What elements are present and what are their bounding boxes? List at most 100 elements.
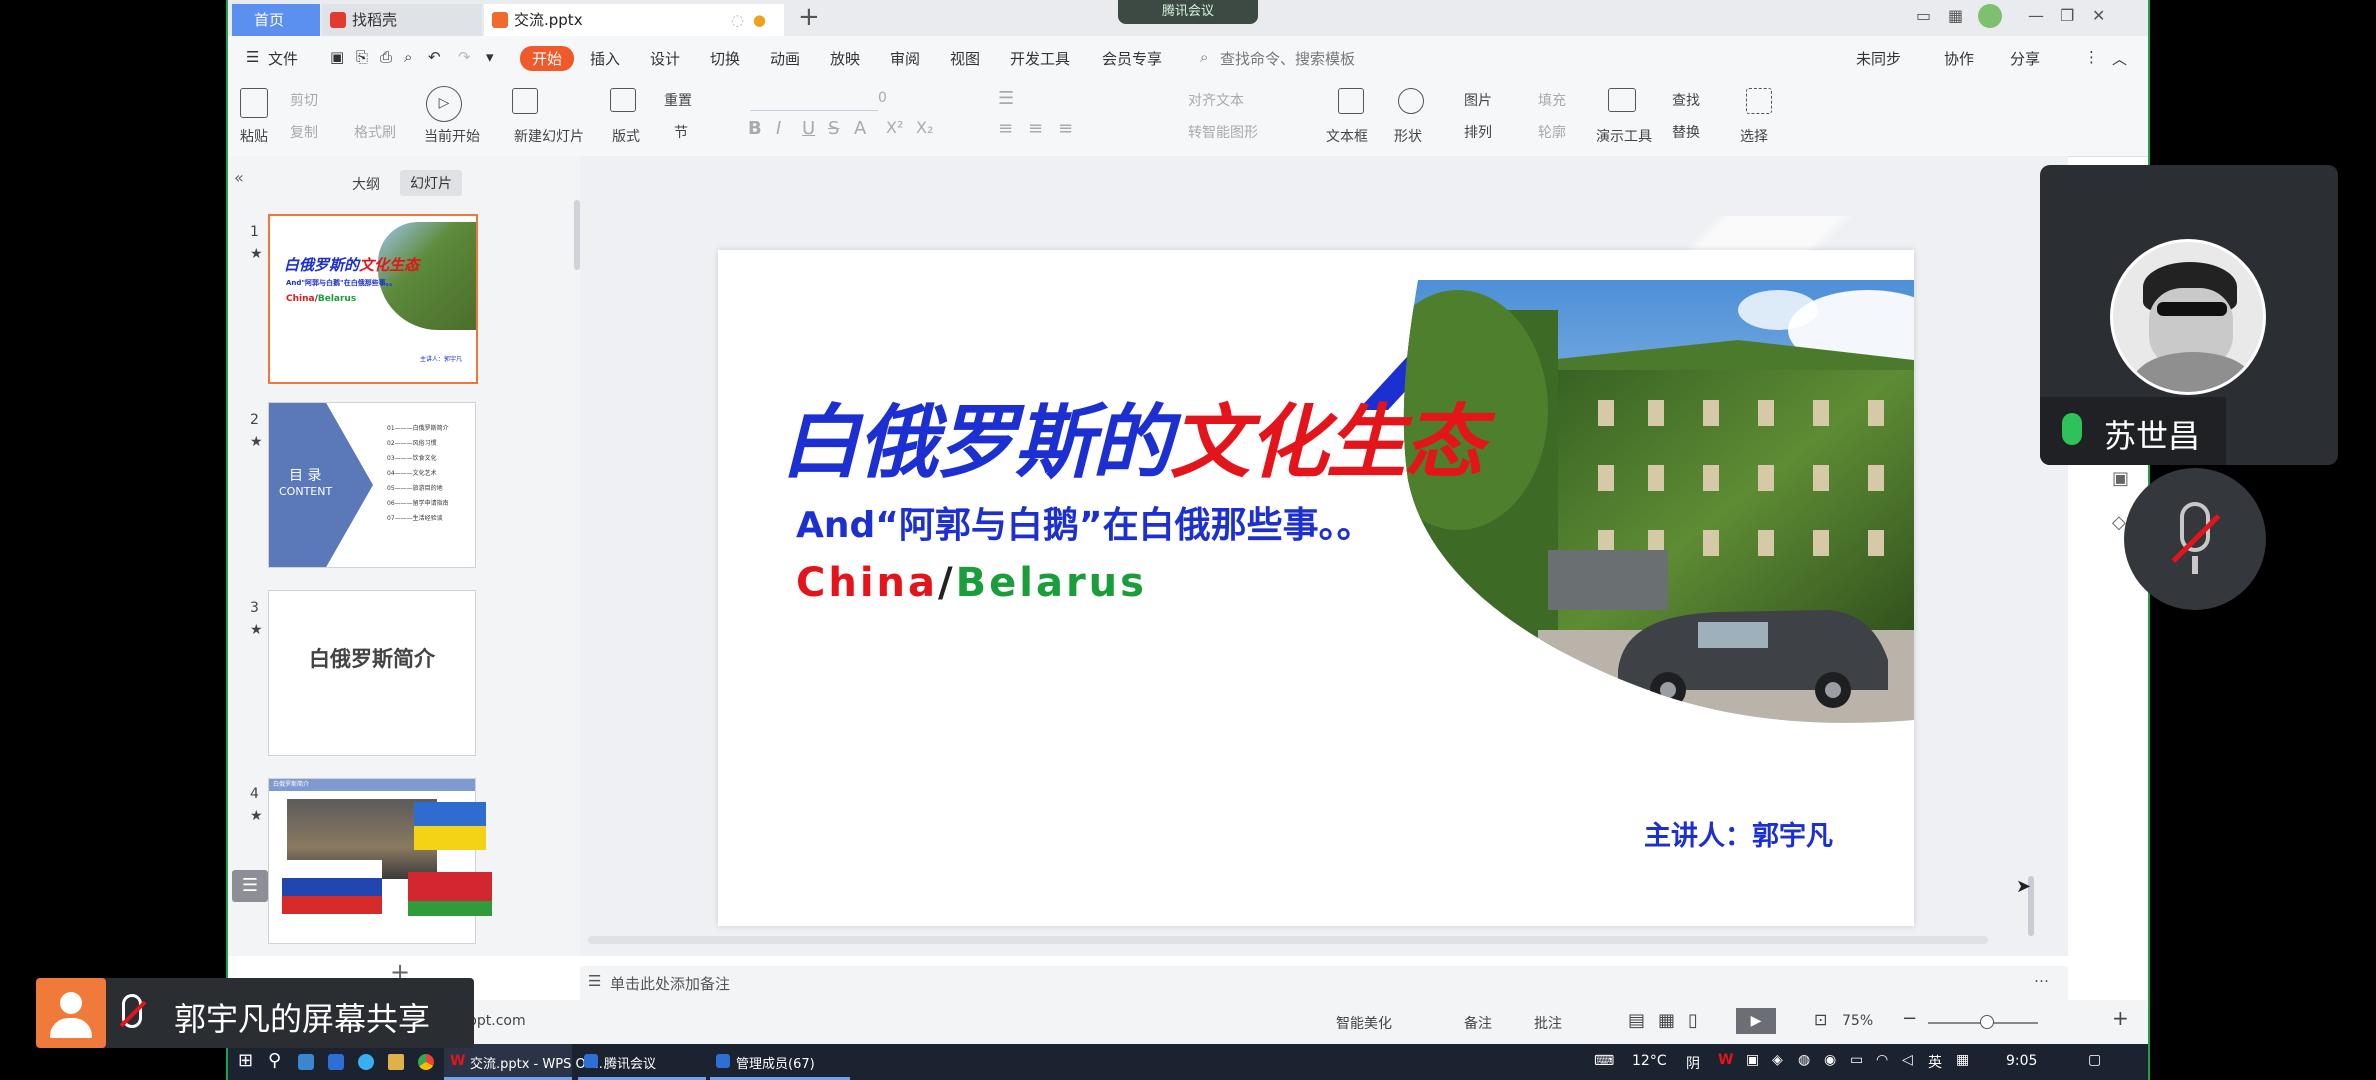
align-right-icon[interactable]: ≡ [1058, 118, 1073, 139]
menu-file[interactable]: 文件 [268, 48, 298, 69]
tab-slides[interactable]: 幻灯片 [400, 170, 462, 196]
notes-placeholder[interactable]: 单击此处添加备注 [610, 973, 730, 994]
fit-icon[interactable]: ⊡ [1814, 1010, 1827, 1029]
collapse-ribbon-icon[interactable]: ︿ [2112, 48, 2127, 69]
tray-battery-icon[interactable]: ▭ [1850, 1052, 1863, 1068]
export-pdf-icon[interactable]: ⎘ [356, 48, 368, 66]
taskbar-meeting[interactable]: 腾讯会议 [578, 1044, 706, 1080]
undo-icon[interactable]: ↶ [428, 48, 441, 66]
collapse-panel-icon[interactable]: « [234, 168, 244, 187]
zoom-slider-handle[interactable] [1980, 1015, 1994, 1029]
layout-icon[interactable]: ▭ [1916, 6, 1931, 25]
menu-design[interactable]: 设计 [650, 48, 680, 69]
reading-view-icon[interactable]: ▯ [1688, 1010, 1698, 1031]
save-icon[interactable]: ▣ [330, 48, 344, 66]
avatar[interactable] [1978, 4, 2002, 28]
arrange-button[interactable]: 排列 [1464, 122, 1492, 142]
tray-ime-icon[interactable]: ▦ [1956, 1052, 1969, 1068]
fill-button[interactable]: 填充 [1538, 90, 1566, 110]
more-icon[interactable]: … [2034, 968, 2049, 986]
font-name-select[interactable] [750, 90, 878, 111]
slide-thumb-2[interactable]: 目 录 CONTENT 01———白俄罗斯简介 02———风俗习惯 03———饮… [268, 402, 476, 568]
command-search[interactable]: 查找命令、搜索模板 [1220, 48, 1355, 69]
strikethrough-icon[interactable]: S [828, 118, 839, 139]
cut-button[interactable]: 剪切 [290, 90, 318, 110]
select-button[interactable]: 选择 [1740, 126, 1768, 146]
slide-thumb-3[interactable]: 白俄罗斯简介 [268, 590, 476, 756]
collab-button[interactable]: 协作 [1944, 48, 1974, 69]
tray-icon[interactable]: ▣ [1746, 1052, 1759, 1068]
menu-animation[interactable]: 动画 [770, 48, 800, 69]
convert-smart-button[interactable]: 转智能图形 [1188, 122, 1258, 142]
windows-start-icon[interactable]: ⊞ [238, 1050, 253, 1071]
paste-icon[interactable] [240, 88, 268, 118]
taskbar-wps[interactable]: W 交流.pptx - WPS Off... [444, 1044, 607, 1080]
normal-view-icon[interactable]: ▤ [1628, 1010, 1645, 1031]
more-icon[interactable]: ⋮ [2084, 48, 2099, 66]
print-icon[interactable]: ⎙ [380, 48, 392, 66]
subscript-icon[interactable]: X₂ [916, 118, 933, 137]
menu-view[interactable]: 视图 [950, 48, 980, 69]
beautify-button[interactable]: 智能美化 [1336, 1013, 1392, 1033]
mute-button[interactable] [2124, 468, 2266, 610]
comment-icon[interactable]: ◌ [731, 4, 744, 36]
menu-transition[interactable]: 切换 [710, 48, 740, 69]
canvas-hscrollbar[interactable] [588, 936, 1988, 944]
app-icon[interactable] [328, 1054, 344, 1070]
slide-thumb-1[interactable]: 白俄罗斯的文化生态 And"阿郭与白鹅"在白俄那些事。。 China/Belar… [268, 214, 478, 384]
picture-button[interactable]: 图片 [1464, 90, 1492, 110]
restore-icon[interactable]: ❐ [2060, 6, 2074, 25]
grid-icon[interactable]: ▦ [1948, 6, 1963, 25]
menu-insert[interactable]: 插入 [590, 48, 620, 69]
taskbar-members[interactable]: 管理成员(67) [710, 1044, 850, 1080]
screen-share-banner[interactable]: 郭宇凡的屏幕共享 [36, 978, 474, 1048]
tray-mic-icon[interactable]: ◉ [1824, 1052, 1836, 1068]
tab-outline[interactable]: 大纲 [352, 174, 380, 194]
outline-button[interactable]: 轮廓 [1538, 122, 1566, 142]
paste-button[interactable]: 粘贴 [240, 126, 268, 146]
present-tool-button[interactable]: 演示工具 [1596, 126, 1652, 146]
comment-toggle[interactable]: 批注 [1534, 1013, 1562, 1033]
tab-file[interactable]: 交流.pptx ◌ ● [484, 4, 784, 36]
tray-network-icon[interactable]: ◍ [1798, 1052, 1810, 1068]
app-icon[interactable] [358, 1054, 374, 1070]
app-icon[interactable] [298, 1054, 314, 1070]
reset-button[interactable]: 重置 [664, 90, 692, 110]
slideshow-play-icon[interactable]: ▶ [1736, 1008, 1776, 1034]
folder-icon[interactable] [388, 1054, 404, 1070]
sync-status[interactable]: 未同步 [1856, 48, 1901, 69]
chrome-icon[interactable] [418, 1054, 434, 1070]
tray-volume-icon[interactable]: ◁ [1902, 1052, 1913, 1068]
menu-show[interactable]: 放映 [830, 48, 860, 69]
format-painter-button[interactable]: 格式刷 [354, 122, 396, 142]
search-icon[interactable]: ⚲ [268, 1050, 281, 1071]
zoom-out-icon[interactable]: − [1902, 1008, 1917, 1029]
meeting-pill[interactable]: 腾讯会议 [1118, 0, 1258, 24]
align-left-icon[interactable]: ≡ [998, 118, 1013, 139]
menu-dev[interactable]: 开发工具 [1010, 48, 1070, 69]
play-icon[interactable]: ▷ [426, 86, 462, 122]
bullet-list-icon[interactable]: ☰ [998, 88, 1014, 109]
tray-wifi-icon[interactable]: ◠ [1876, 1052, 1888, 1068]
current-slide[interactable]: 白俄罗斯的文化生态 And“阿郭与白鹅”在白俄那些事。。 China/Belar… [718, 250, 1914, 926]
align-center-icon[interactable]: ≡ [1028, 118, 1043, 139]
menu-review[interactable]: 审阅 [890, 48, 920, 69]
minimize-icon[interactable]: — [2028, 6, 2044, 25]
outline-toggle-icon[interactable]: ☰ [232, 870, 268, 902]
underline-icon[interactable]: U [802, 118, 815, 139]
notes-toggle[interactable]: 备注 [1464, 1013, 1492, 1033]
sorter-view-icon[interactable]: ▦ [1658, 1010, 1675, 1031]
new-slide-button[interactable]: 新建幻灯片 [514, 126, 584, 146]
font-size-select[interactable]: 0 [878, 90, 887, 106]
from-current-button[interactable]: 当前开始 [424, 126, 480, 146]
participant-video-tile[interactable]: 苏世昌 [2040, 165, 2338, 465]
tab-home[interactable]: 首页 [232, 4, 320, 36]
layout-button[interactable]: 版式 [612, 126, 640, 146]
tray-shield-icon[interactable]: ◈ [1772, 1052, 1783, 1068]
copy-button[interactable]: 复制 [290, 122, 318, 142]
shape-button[interactable]: 形状 [1394, 126, 1422, 146]
share-button[interactable]: 分享 [2010, 48, 2040, 69]
align-text-button[interactable]: 对齐文本 [1188, 90, 1244, 110]
tray-wps-icon[interactable]: W [1718, 1052, 1733, 1068]
textbox-button[interactable]: 文本框 [1326, 126, 1368, 146]
